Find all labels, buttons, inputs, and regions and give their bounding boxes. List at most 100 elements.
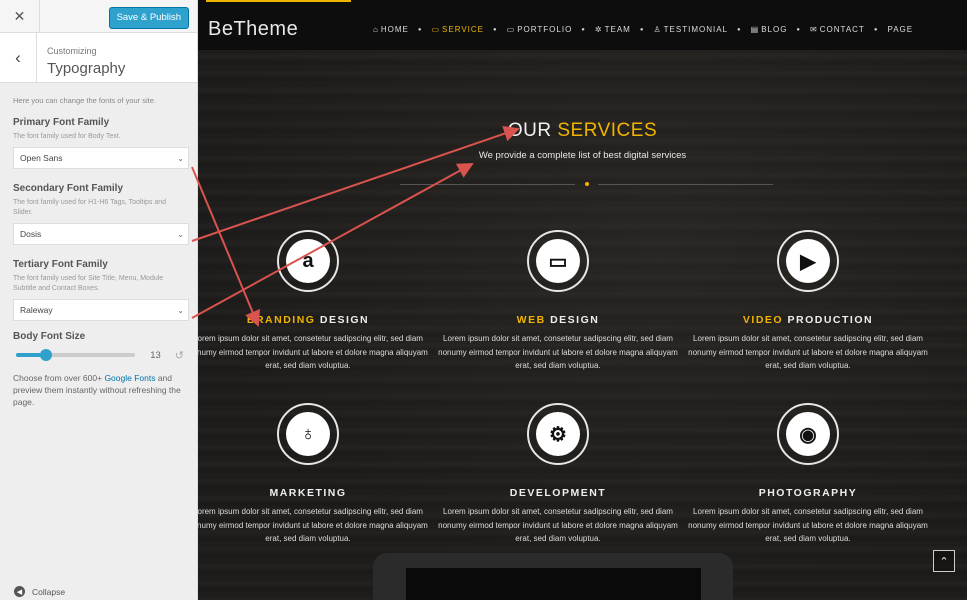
chevron-down-icon: ⌄	[177, 153, 184, 163]
service-description: Lorem ipsum dolor sit amet, consetetur s…	[688, 334, 928, 370]
section-title: Typography	[47, 60, 126, 77]
google-fonts-link[interactable]: Google Fonts	[104, 373, 155, 383]
save-publish-button[interactable]: Save & Publish	[108, 7, 189, 29]
video-camera-icon: ▶	[786, 239, 830, 283]
service-icon-ring[interactable]: ⚙	[527, 403, 589, 465]
service-card: ⚙ DEVELOPMENT Lorem ipsum dolor sit amet, …	[438, 403, 678, 546]
collapse-button[interactable]: ◀ Collapse	[14, 586, 65, 597]
nav-label: CONTACT	[819, 25, 865, 34]
nav-separator: ●	[796, 26, 802, 33]
nav-separator: ●	[417, 26, 423, 33]
service-icon-ring[interactable]: ▶	[777, 230, 839, 292]
header-accent	[206, 0, 351, 2]
divider-line-right	[598, 184, 773, 185]
chevron-down-icon: ⌄	[177, 305, 184, 315]
service-description: Lorem ipsum dolor sit amet, consetetur s…	[198, 334, 428, 370]
site-logo[interactable]: BeTheme	[208, 18, 298, 41]
laptop-screen	[406, 568, 701, 600]
collapse-icon: ◀	[14, 586, 25, 597]
nav-separator: ●	[639, 26, 645, 33]
microphone-icon: ♁	[286, 412, 330, 456]
chevron-up-icon: ⌃	[939, 555, 949, 568]
chevron-down-icon: ⌄	[177, 229, 184, 239]
service-card: ▭ WEB DESIGN Lorem ipsum dolor sit amet, c…	[438, 230, 678, 373]
service-icon-ring[interactable]: ♁	[277, 403, 339, 465]
scroll-top-button[interactable]: ⌃	[933, 550, 955, 572]
blog-icon: ▤	[750, 25, 760, 34]
tertiary-font-select[interactable]: Raleway ⌄	[13, 299, 189, 321]
services-title: OUR SERVICES	[198, 120, 967, 142]
home-icon: ⌂	[373, 25, 379, 34]
service-title-rest: DESIGN	[545, 314, 600, 326]
service-title: WEB DESIGN	[438, 314, 678, 326]
nav-separator: ●	[873, 26, 879, 33]
nav-item-testimonial[interactable]: ♙ TESTIMONIAL	[653, 25, 728, 34]
nav-item-page[interactable]: PAGE	[887, 25, 913, 34]
nav-item-contact[interactable]: ✉ CONTACT	[810, 25, 865, 34]
back-button[interactable]: ‹	[0, 33, 37, 83]
nav-label: HOME	[380, 25, 409, 34]
title-highlight: SERVICES	[551, 120, 658, 141]
reset-icon[interactable]: ↺	[175, 349, 184, 362]
secondary-font-select[interactable]: Dosis ⌄	[13, 223, 189, 245]
close-button[interactable]: ✕	[0, 0, 40, 33]
tertiary-font-value: Raleway	[20, 305, 53, 315]
note-prefix: Choose from over 600+	[13, 373, 105, 383]
divider-dot	[585, 182, 589, 186]
service-title: DEVELOPMENT	[438, 487, 678, 499]
body-font-size-control: 13 ↺	[13, 346, 184, 364]
site-header: BeTheme ⌂ HOME ● ▭ SERVICE ● ▭ PORTFOLIO ● ✲ TEAM ●…	[198, 0, 967, 50]
google-fonts-note: Choose from over 600+ Google Fonts and p…	[13, 372, 183, 408]
service-icon-ring[interactable]: a	[277, 230, 339, 292]
service-card: ♁ MARKETING Lorem ipsum dolor sit amet, co…	[198, 403, 428, 546]
nav-label: SERVICE	[442, 25, 485, 34]
service-title-rest: PHOTOGRAPHY	[758, 487, 858, 499]
close-icon: ✕	[13, 8, 26, 24]
primary-font-select[interactable]: Open Sans ⌄	[13, 147, 189, 169]
service-title-rest: MARKETING	[269, 487, 347, 499]
customizer-sidebar: ✕ Save & Publish ‹ Customizing Typograph…	[0, 0, 198, 600]
nav-item-portfolio[interactable]: ▭ PORTFOLIO	[507, 25, 573, 34]
service-title: PHOTOGRAPHY	[688, 487, 928, 499]
thumbs-up-icon: ♙	[653, 25, 662, 34]
service-icon-ring[interactable]: ◉	[777, 403, 839, 465]
service-description: Lorem ipsum dolor sit amet, consetetur s…	[438, 507, 678, 543]
tertiary-font-label: Tertiary Font Family	[13, 259, 108, 270]
primary-font-label: Primary Font Family	[13, 117, 110, 128]
body-font-size-label: Body Font Size	[13, 331, 86, 342]
divider-line-left	[400, 184, 575, 185]
service-description: Lorem ipsum dolor sit amet, consetetur s…	[688, 507, 928, 543]
service-title-highlight: VIDEO	[742, 314, 784, 326]
nav-item-home[interactable]: ⌂ HOME	[373, 25, 409, 34]
collapse-label: Collapse	[32, 586, 66, 597]
section-heading: ‹ Customizing Typography	[0, 33, 197, 83]
title-plain: OUR	[507, 120, 552, 141]
nav-label: PAGE	[887, 25, 914, 34]
sidebar-body: Here you can change the fonts of your si…	[0, 83, 197, 408]
nav-item-service[interactable]: ▭ SERVICE	[431, 25, 484, 34]
body-font-size-slider[interactable]	[16, 349, 136, 361]
monitor-icon: ▭	[431, 25, 441, 34]
service-description: Lorem ipsum dolor sit amet, consetetur s…	[438, 334, 678, 370]
gears-icon: ⚙	[536, 412, 580, 456]
intro-text: Here you can change the fonts of your si…	[13, 96, 157, 105]
service-icon-ring[interactable]: ▭	[527, 230, 589, 292]
service-title-highlight: BRANDING	[246, 314, 316, 326]
tertiary-font-desc: The font family used for Site Title, Men…	[13, 275, 164, 292]
nav-label: TEAM	[604, 25, 631, 34]
camera-icon: ◉	[786, 412, 830, 456]
chevron-left-icon: ‹	[15, 48, 21, 67]
nav-item-team[interactable]: ✲ TEAM	[595, 25, 631, 34]
slider-thumb[interactable]	[39, 349, 52, 361]
service-title: VIDEO PRODUCTION	[688, 314, 928, 326]
primary-font-desc: The font family used for Body Text.	[13, 133, 121, 140]
secondary-font-label: Secondary Font Family	[13, 183, 124, 194]
service-card: ▶ VIDEO PRODUCTION Lorem ipsum dolor sit a…	[688, 230, 928, 373]
service-title-highlight: WEB	[516, 314, 546, 326]
nav-label: TESTIMONIAL	[663, 25, 728, 34]
body-font-size-value: 13	[150, 349, 161, 361]
secondary-font-value: Dosis	[20, 229, 42, 239]
services-subtitle: We provide a complete list of best digit…	[478, 150, 687, 161]
nav-separator: ●	[493, 26, 498, 33]
nav-item-blog[interactable]: ▤ BLOG	[751, 25, 788, 34]
